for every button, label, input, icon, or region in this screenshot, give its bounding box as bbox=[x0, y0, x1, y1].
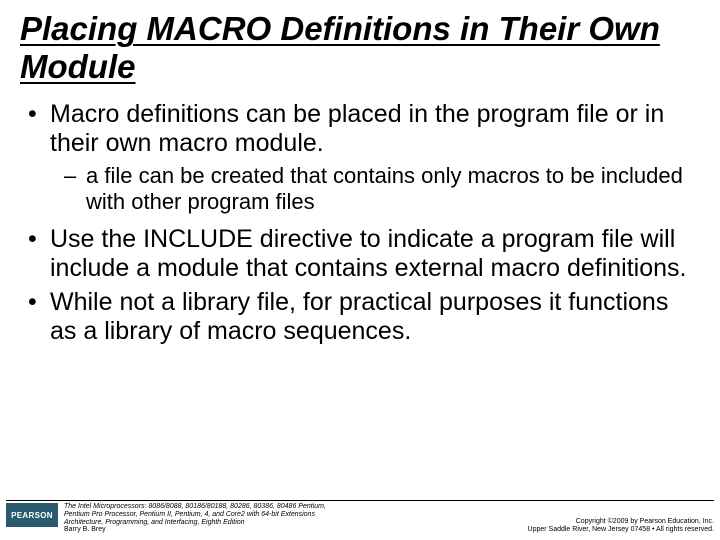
book-info: The Intel Microprocessors: 8086/8088, 80… bbox=[64, 503, 326, 534]
sub-bullet-item: a file can be created that contains only… bbox=[28, 163, 692, 215]
copyright-line: Upper Saddle River, New Jersey 07458 • A… bbox=[528, 526, 714, 534]
footer-left: PEARSON The Intel Microprocessors: 8086/… bbox=[6, 503, 326, 534]
footer-row: PEARSON The Intel Microprocessors: 8086/… bbox=[0, 503, 720, 540]
slide: Placing MACRO Definitions in Their Own M… bbox=[0, 0, 720, 540]
bullet-item: While not a library file, for practical … bbox=[28, 288, 692, 347]
book-line: The Intel Microprocessors: 8086/8088, 80… bbox=[64, 503, 326, 511]
footer-divider bbox=[6, 500, 714, 501]
book-author: Barry B. Brey bbox=[64, 526, 326, 534]
slide-footer: PEARSON The Intel Microprocessors: 8086/… bbox=[0, 500, 720, 540]
slide-title: Placing MACRO Definitions in Their Own M… bbox=[0, 0, 720, 88]
book-line: Architecture, Programming, and Interfaci… bbox=[64, 519, 326, 527]
copyright-line: Copyright ©2009 by Pearson Education, In… bbox=[528, 518, 714, 526]
book-line: Pentium Pro Processor, Pentium II, Penti… bbox=[64, 511, 326, 519]
bullet-item: Use the INCLUDE directive to indicate a … bbox=[28, 225, 692, 284]
bullet-item: Macro definitions can be placed in the p… bbox=[28, 100, 692, 159]
copyright: Copyright ©2009 by Pearson Education, In… bbox=[528, 518, 714, 534]
slide-body: Macro definitions can be placed in the p… bbox=[0, 88, 720, 347]
pearson-logo: PEARSON bbox=[6, 503, 58, 527]
